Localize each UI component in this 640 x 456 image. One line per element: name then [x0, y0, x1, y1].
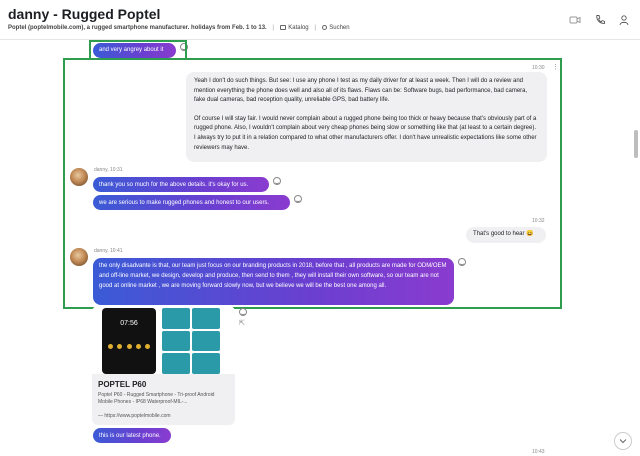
voice-call-button[interactable]: [591, 11, 609, 29]
user-profile-icon: [619, 15, 629, 26]
smiley-icon[interactable]: [239, 308, 247, 316]
avatar[interactable]: [70, 168, 88, 186]
link-preview-description: Poptel P60 - Rugged Smartphone - Tri-pro…: [98, 392, 215, 405]
scrollbar-thumb[interactable]: [634, 130, 638, 158]
message-text: the only disadvante is that, our team ju…: [99, 263, 447, 289]
message-paragraph: Of course I will stay fair. I would neve…: [194, 115, 537, 151]
sender-timestamp: danny, 10:41: [94, 248, 123, 254]
message-text: That's good to hear 😄: [473, 231, 534, 237]
smiley-icon[interactable]: [180, 43, 188, 51]
message-bubble: we are serious to make rugged phones and…: [93, 195, 290, 210]
message-timestamp: 10:30: [532, 65, 545, 71]
sender-timestamp: danny, 10:31: [94, 167, 123, 173]
divider: |: [314, 25, 316, 31]
search-icon: [321, 25, 327, 30]
message-bubble: and very angrey about it: [93, 43, 176, 58]
message-text: and very angrey about it: [99, 47, 164, 53]
chat-header: danny - Rugged Poptel Poptel (poptelmobi…: [0, 0, 640, 40]
avatar[interactable]: [70, 248, 88, 266]
video-camera-icon: [569, 16, 581, 24]
feature-icons-grid: [162, 308, 220, 374]
message-bubble: this is our latest phone.: [93, 428, 171, 443]
phone-product-image: 07:56: [102, 308, 156, 374]
catalog-link[interactable]: Katalog: [288, 25, 308, 31]
more-options-icon[interactable]: ⋮: [552, 63, 559, 71]
message-text: thank you so much for the above details.…: [99, 182, 249, 188]
catalog-icon: [279, 25, 286, 30]
smiley-icon[interactable]: [273, 177, 281, 185]
chat-title: danny - Rugged Poptel: [8, 6, 161, 22]
chat-description: Poptel (poptelmobile.com), a rugged smar…: [8, 25, 267, 31]
message-timestamp: 10:43: [532, 449, 545, 455]
message-text: we are serious to make rugged phones and…: [99, 200, 270, 206]
contact-info-button[interactable]: [615, 11, 633, 29]
smiley-icon[interactable]: [458, 258, 466, 266]
message-text: this is our latest phone.: [99, 433, 161, 439]
phone-screen-time: 07:56: [120, 320, 138, 327]
chat-subtitle: Poptel (poptelmobile.com), a rugged smar…: [8, 25, 350, 31]
message-bubble: thank you so much for the above details.…: [93, 177, 269, 192]
link-preview-card[interactable]: 07:56 POPTEL P60 Poptel P60 - Rugged Sma…: [92, 306, 235, 425]
divider: |: [272, 25, 274, 31]
video-call-button[interactable]: [566, 11, 584, 29]
link-preview-url[interactable]: — https://www.poptelmobile.com: [98, 413, 171, 419]
scroll-to-bottom-button[interactable]: [614, 432, 632, 450]
link-preview-image: 07:56: [92, 306, 235, 374]
link-preview-title: POPTEL P60: [98, 380, 147, 389]
message-bubble: That's good to hear 😄: [466, 227, 546, 243]
search-link[interactable]: Suchen: [329, 25, 349, 31]
message-bubble: the only disadvante is that, our team ju…: [93, 258, 454, 305]
chevron-down-icon: [619, 439, 627, 444]
message-timestamp: 10:32: [532, 218, 545, 224]
phone-icon: [596, 15, 606, 24]
message-paragraph: Yeah I don't do such things. But see: I …: [194, 78, 528, 104]
smiley-icon[interactable]: [294, 195, 302, 203]
share-icon[interactable]: ⇱: [239, 319, 245, 327]
message-bubble: Yeah I don't do such things. But see: I …: [186, 72, 547, 162]
